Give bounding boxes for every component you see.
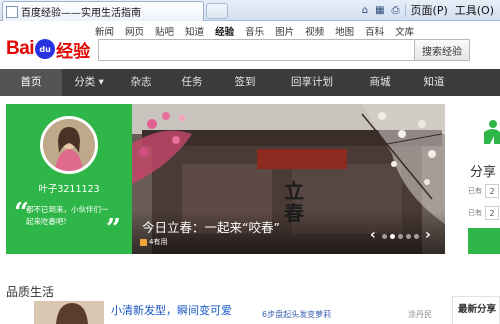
main-nav-checkin[interactable]: 签到 bbox=[218, 69, 272, 96]
main-nav: 首页 分类 ▾ 杂志 任务 签到 回享计划 商城 知道 bbox=[0, 69, 500, 96]
browser-toolbar: 百度经验——实用生活指南 ⌂ ▦ ⎙ 页面(P) 工具(O) bbox=[0, 0, 500, 21]
search-input[interactable] bbox=[98, 39, 414, 61]
article-thumbnail[interactable] bbox=[34, 301, 104, 324]
avatar-photo bbox=[43, 119, 95, 171]
hero-caption[interactable]: 今日立春：一起来“咬春” bbox=[142, 217, 280, 236]
main-nav-categories-label: 分类 bbox=[74, 76, 96, 88]
main-nav-categories[interactable]: 分类 ▾ bbox=[62, 69, 116, 96]
main-nav-sharing-plan[interactable]: 回享计划 bbox=[272, 69, 352, 96]
article-link[interactable]: 6步盘起头发变萝莉 bbox=[262, 309, 331, 320]
print-icon[interactable]: ⎙ bbox=[390, 3, 402, 19]
search-button[interactable]: 搜索经验 bbox=[414, 39, 470, 61]
slide-dot[interactable] bbox=[414, 234, 419, 239]
paw-logo-icon: du bbox=[35, 39, 56, 59]
section-title: 品质生活 bbox=[6, 285, 55, 299]
chevron-down-icon: ▾ bbox=[98, 76, 104, 88]
share-stat-row: 已有 2 bbox=[468, 206, 499, 220]
quote-close-icon: ” bbox=[106, 214, 121, 244]
latest-share-title: 最新分享 bbox=[458, 304, 497, 315]
featured-quote: 都不已到来，小伙伴们一起来吃春吧! bbox=[26, 205, 109, 226]
article-photo bbox=[34, 301, 104, 324]
slide-dot[interactable] bbox=[382, 234, 387, 239]
page-menu[interactable]: 页面(P) bbox=[409, 3, 450, 19]
rss-feed-icon[interactable]: ▦ bbox=[373, 3, 386, 19]
browser-tab-title: 百度经验——实用生活指南 bbox=[21, 8, 141, 19]
page-favicon-icon bbox=[6, 5, 18, 18]
product-nav-web[interactable]: 网页 bbox=[125, 24, 144, 38]
main-nav-mall[interactable]: 商城 bbox=[352, 69, 408, 96]
product-nav-map[interactable]: 地图 bbox=[335, 24, 354, 38]
main-nav-home[interactable]: 首页 bbox=[0, 69, 62, 96]
product-nav-images[interactable]: 图片 bbox=[275, 24, 294, 38]
new-tab-button[interactable] bbox=[206, 3, 228, 19]
slide-dot[interactable] bbox=[406, 234, 411, 239]
main-nav-zhidao[interactable]: 知道 bbox=[408, 69, 460, 96]
share-stat-label: 已有 bbox=[468, 209, 482, 217]
person-share-icon bbox=[484, 120, 500, 144]
home-icon[interactable]: ⌂ bbox=[360, 3, 370, 19]
useful-count: 4有用 bbox=[140, 237, 167, 247]
product-nav-video[interactable]: 视频 bbox=[305, 24, 324, 38]
share-title: 分享 bbox=[470, 165, 497, 180]
useful-count-label: 4有用 bbox=[149, 238, 168, 246]
chevron-left-icon[interactable]: ‹ bbox=[370, 228, 376, 242]
featured-user-card: 叶子3211123 “ 都不已到来，小伙伴们一起来吃春吧! ” bbox=[6, 104, 132, 254]
featured-username[interactable]: 叶子3211123 bbox=[6, 181, 132, 195]
thumbs-up-icon bbox=[140, 238, 147, 246]
product-nav-tieba[interactable]: 贴吧 bbox=[155, 24, 174, 38]
product-nav-zhidao[interactable]: 知道 bbox=[185, 24, 204, 38]
avatar[interactable] bbox=[40, 116, 98, 174]
share-button[interactable] bbox=[468, 228, 500, 254]
share-stat-row: 已有 2 bbox=[468, 184, 499, 198]
slide-dot[interactable] bbox=[398, 234, 403, 239]
article-title[interactable]: 小清新发型，瞬间变可爱 bbox=[111, 302, 232, 318]
product-nav-news[interactable]: 新闻 bbox=[95, 24, 114, 38]
product-nav-wenku[interactable]: 文库 bbox=[395, 24, 414, 38]
product-nav-baike[interactable]: 百科 bbox=[365, 24, 384, 38]
main-nav-tasks[interactable]: 任务 bbox=[166, 69, 218, 96]
product-nav-music[interactable]: 音乐 bbox=[245, 24, 264, 38]
logo-text-bai: Bai bbox=[6, 38, 35, 59]
product-nav-jingyan[interactable]: 经验 bbox=[215, 24, 234, 38]
logo-text-jingyan: 经验 bbox=[56, 41, 91, 62]
tools-menu[interactable]: 工具(O) bbox=[453, 3, 496, 19]
share-stat-value: 2 bbox=[485, 184, 499, 198]
share-stat-label: 已有 bbox=[468, 187, 482, 195]
slide-dot-active[interactable] bbox=[390, 234, 395, 239]
article-author[interactable]: 涂丹民 bbox=[408, 309, 432, 320]
share-stat-value: 2 bbox=[485, 206, 499, 220]
chevron-right-icon[interactable]: › bbox=[425, 228, 431, 242]
toolbar-divider bbox=[404, 4, 406, 17]
baidu-jingyan-logo[interactable]: Bai du 经验 bbox=[6, 38, 91, 62]
main-nav-magazine[interactable]: 杂志 bbox=[116, 69, 166, 96]
product-nav: 新闻 网页 贴吧 知道 经验 音乐 图片 视频 地图 百科 文库 bbox=[95, 24, 414, 38]
browser-tab-active[interactable]: 百度经验——实用生活指南 bbox=[2, 1, 204, 21]
browser-command-bar: ⌂ ▦ ⎙ 页面(P) 工具(O) bbox=[360, 2, 496, 19]
slide-pagination bbox=[382, 234, 419, 239]
